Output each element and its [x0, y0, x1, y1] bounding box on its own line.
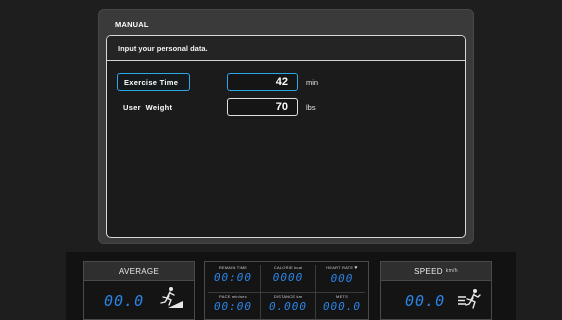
- exercise-time-label[interactable]: Exercise Time: [117, 73, 190, 91]
- remain-time-label: REMAIN TIME: [218, 265, 248, 270]
- calorie-value: 0000: [272, 271, 304, 284]
- calorie-label: CALORIE kcal: [273, 265, 303, 270]
- pace-cell: PACE min/sec 00:00: [207, 293, 259, 319]
- average-box: AVERAGE 00.0: [83, 261, 195, 320]
- stats-box: REMAIN TIME 00:00 CALORIE kcal 0000 HEAR…: [204, 261, 369, 320]
- speed-box: SPEED km/h 00.0: [380, 261, 492, 320]
- pace-label: PACE min/sec: [219, 294, 247, 299]
- pace-value: 00:00: [213, 300, 253, 313]
- user-weight-row: User Weight 70 lbs: [107, 98, 465, 116]
- speed-header: SPEED km/h: [381, 262, 491, 281]
- remain-time-cell: REMAIN TIME 00:00: [207, 262, 259, 288]
- calorie-cell: CALORIE kcal 0000: [262, 262, 314, 288]
- distance-value: 0.000: [268, 300, 308, 313]
- heart-rate-label-wrap: HEART RATE ♥: [326, 265, 357, 271]
- user-weight-label[interactable]: User Weight: [117, 98, 190, 116]
- user-weight-unit: lbs: [306, 102, 316, 112]
- average-label: AVERAGE: [84, 262, 194, 281]
- user-weight-input[interactable]: 70: [227, 98, 298, 116]
- speed-value: 00.0: [405, 292, 446, 310]
- mets-label: METS: [336, 294, 348, 299]
- form-header: Input your personal data.: [107, 36, 465, 61]
- personal-data-form: Input your personal data. Exercise Time …: [106, 35, 466, 238]
- average-value: 00.0: [104, 292, 145, 310]
- exercise-time-input[interactable]: 42: [227, 73, 298, 91]
- mets-value: 000.0: [322, 300, 362, 313]
- runner-incline-icon: [160, 287, 183, 308]
- heart-rate-label: HEART RATE: [326, 265, 354, 270]
- mets-cell: METS 000.0: [316, 293, 368, 319]
- heart-rate-cell: HEART RATE ♥ 000: [316, 262, 368, 288]
- distance-label: DISTANCE km: [273, 294, 303, 299]
- distance-cell: DISTANCE km 0.000: [262, 293, 314, 319]
- console-bar: AVERAGE 00.0 REMAIN TIME 00:00 CALORIE k…: [66, 252, 516, 320]
- panel-title: MANUAL: [115, 20, 149, 29]
- manual-panel: MANUAL Input your personal data. Exercis…: [99, 10, 473, 243]
- stats-divider-1: [260, 265, 261, 320]
- heart-icon: ♥: [354, 265, 358, 271]
- runner-speed-icon: [458, 289, 481, 309]
- exercise-time-unit: min: [306, 77, 319, 87]
- speed-unit: km/h: [445, 268, 458, 274]
- exercise-time-row: Exercise Time 42 min: [107, 73, 465, 91]
- speed-label: SPEED: [414, 266, 443, 276]
- heart-rate-value: 000: [330, 272, 354, 285]
- remain-time-value: 00:00: [213, 271, 253, 284]
